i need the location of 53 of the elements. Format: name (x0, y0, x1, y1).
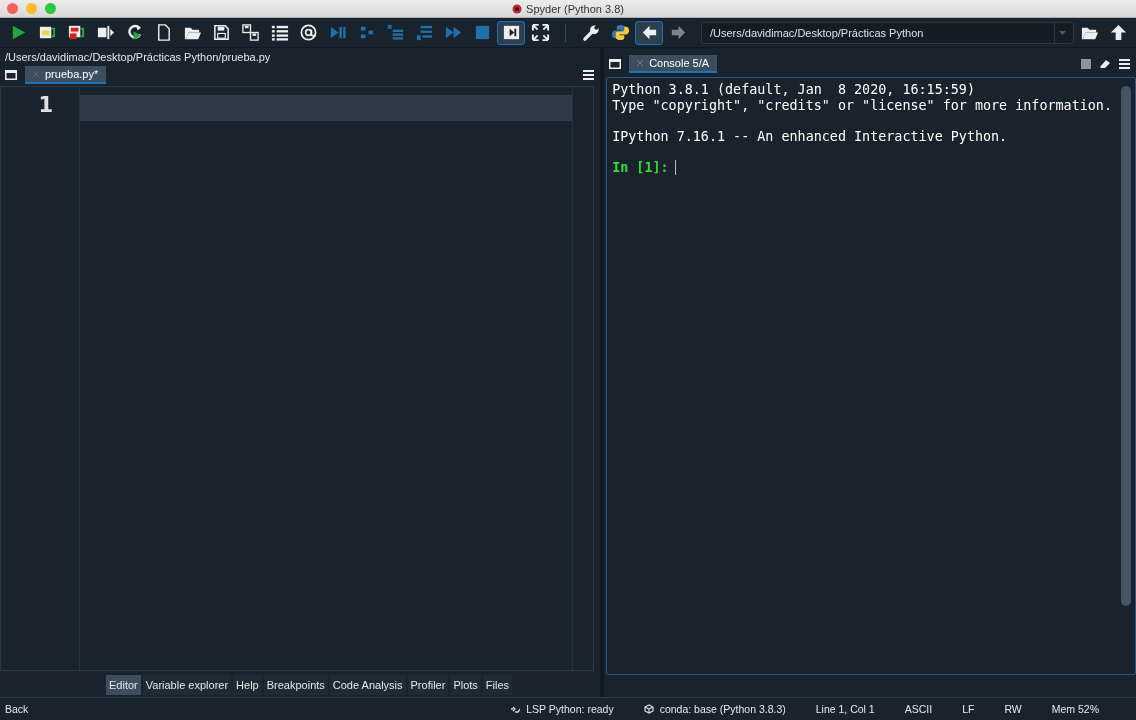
python-icon (610, 23, 630, 42)
back-arrow-button[interactable] (635, 20, 663, 45)
at-icon (298, 23, 318, 42)
pane-tab[interactable]: Code Analysis (329, 675, 406, 695)
stop-icon[interactable] (1081, 58, 1091, 69)
pane-tab[interactable]: Plots (450, 675, 481, 695)
save-all-icon (240, 23, 260, 42)
list-icon (269, 23, 289, 42)
menu-icon[interactable] (583, 69, 595, 80)
status-item: LSP Python: ready (526, 703, 614, 715)
console-output-line: IPython 7.16.1 -- An enhanced Interactive Python. (612, 128, 1009, 145)
run-cell-advance-icon (66, 23, 86, 42)
step-into-icon (385, 23, 405, 42)
console-tab[interactable]: Console 5/A (629, 55, 718, 73)
file-tab[interactable]: prueba.py* (25, 66, 107, 84)
window-title: Spyder (Python 3.8) (526, 2, 624, 15)
status-item: LF (962, 703, 975, 715)
maximize-pane-icon (501, 23, 521, 42)
status-item: ASCII (904, 703, 933, 715)
status-item: Line 1, Col 1 (815, 703, 875, 715)
path-field[interactable]: /Users/davidimac/Desktop/Prácticas Python (701, 21, 1074, 44)
line-number: 1 (38, 92, 54, 117)
pane-tab[interactable]: Editor (106, 675, 141, 695)
status-item: conda: base (Python 3.8.3) (659, 703, 786, 715)
status-item: Mem 52% (1051, 703, 1099, 715)
wrench-icon (581, 23, 601, 42)
fullscreen-icon (530, 23, 550, 42)
step-return-icon (414, 23, 434, 42)
spider-icon (512, 3, 523, 14)
maximize-pane-button[interactable] (497, 20, 525, 45)
menu-icon[interactable] (1119, 58, 1130, 69)
save-icon (211, 23, 231, 42)
pane-icon (5, 69, 17, 80)
console-output-line: Python 3.8.1 (default, Jan 8 2020, 16:15:59) (612, 82, 976, 98)
run-selection-icon (95, 23, 115, 42)
pane-tab[interactable]: Files (482, 675, 513, 695)
caret-icon (1058, 30, 1066, 35)
status-item: RW (1004, 703, 1022, 715)
pane-tab[interactable]: Variable explorer (142, 675, 232, 695)
console-panel[interactable]: Python 3.8.1 (default, Jan 8 2020, 16:15:59) Type "copyright", "credits" or "license" for more information. IPython 7.16.1 -- An enhanced Interactive Python. In [1]: (606, 77, 1136, 675)
scrollbar[interactable] (1121, 86, 1131, 606)
pane-icon (609, 58, 622, 69)
text-cursor (674, 160, 676, 176)
console-output-line: Type "copyright", "credits" or "license" for more information. (612, 97, 1112, 114)
pane-tab[interactable]: Profiler (407, 675, 449, 695)
console-prompt: In [1]: (612, 159, 669, 176)
code-editor[interactable]: 1 (0, 86, 595, 671)
pane-tab[interactable]: Breakpoints (263, 675, 328, 695)
up-arrow-icon (1108, 23, 1128, 42)
file-path: /Users/davidimac/Desktop/Prácticas Python/prueba.py (4, 49, 272, 65)
status-message: Back (5, 703, 29, 715)
pane-tab[interactable]: Help (233, 675, 262, 695)
eraser-icon[interactable] (1099, 58, 1111, 69)
